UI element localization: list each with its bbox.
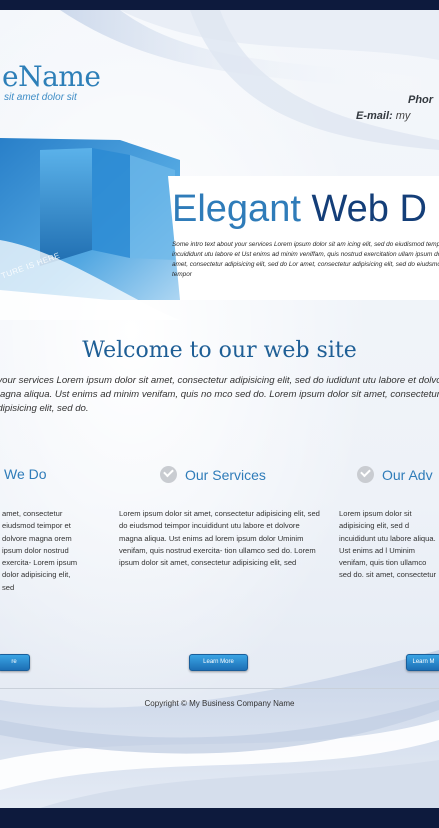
check-icon [160, 466, 177, 483]
column-text-our-services: Lorem ipsum dolor sit amet, consectetur … [119, 509, 320, 568]
footer-divider [0, 688, 439, 689]
contact-phone: Phor [408, 94, 434, 106]
picture-placeholder-label: TURE IS HERE [0, 250, 62, 281]
column-heading-what-we-do: We Do [4, 466, 47, 482]
hero-title: Elegant Web D [172, 188, 427, 231]
page-canvas: eName sit amet dolor sit Phor E-mail: my… [0, 0, 439, 828]
column-heading-label: Our Services [185, 467, 266, 483]
learn-more-button-our-services[interactable]: Learn More [189, 654, 248, 671]
column-heading-our-services: Our Services [160, 466, 266, 483]
column-heading-our-advantages: Our Adv [357, 466, 433, 483]
email-value[interactable]: my [396, 110, 411, 122]
logo-tagline: sit amet dolor sit [4, 92, 77, 103]
check-icon [357, 466, 374, 483]
hero-title-part1: Elegant [172, 188, 301, 230]
welcome-intro-text: t your services Lorem ipsum dolor sit am… [0, 375, 439, 414]
welcome-title: Welcome to our web site [82, 338, 357, 363]
frame-bottom-border [0, 808, 439, 828]
column-heading-label: Our Adv [382, 467, 433, 483]
footer-copyright: Copyright © My Business Company Name [144, 699, 295, 708]
logo-name[interactable]: eName [2, 60, 101, 93]
hero-description: Some intro text about your services Lore… [172, 241, 439, 278]
column-text-our-advantages: Lorem ipsum dolor sit adipisicing elit, … [339, 509, 437, 580]
hero-title-part2: Web D [311, 188, 427, 230]
learn-more-button-our-advantages[interactable]: Learn M [406, 654, 439, 671]
learn-more-button-what-we-do[interactable]: re [0, 654, 30, 671]
contact-email: E-mail: my [356, 110, 410, 122]
column-text-what-we-do: amet, consectetur eiudsmod teimpor et do… [2, 509, 78, 592]
frame-top-border [0, 0, 439, 10]
email-label: E-mail: [356, 110, 393, 122]
